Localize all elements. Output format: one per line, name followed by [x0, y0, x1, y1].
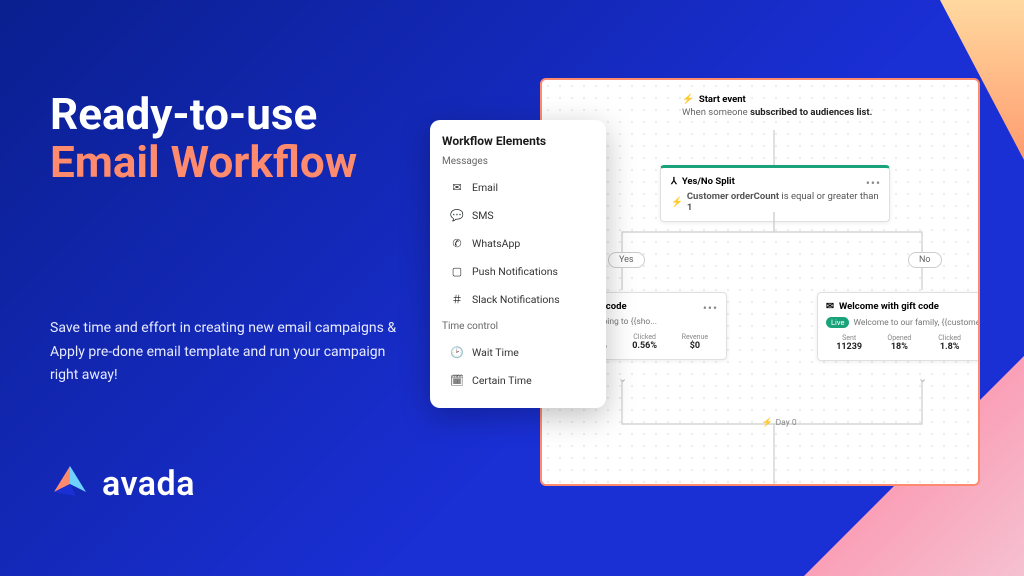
slack-icon: ＃: [450, 292, 464, 306]
whatsapp-icon: ✆: [450, 236, 464, 250]
split-cond-op: is equal or greater than: [779, 191, 879, 202]
email-icon: ✉: [826, 301, 834, 312]
element-label: Wait Time: [472, 346, 519, 359]
element-push[interactable]: ▢ Push Notifications: [442, 257, 594, 285]
element-label: WhatsApp: [472, 237, 520, 250]
stat-value: 1.8%: [927, 342, 973, 352]
stat-label: Sent: [826, 334, 872, 342]
element-certain-time[interactable]: 🗓 Certain Time: [442, 366, 594, 394]
split-cond-value: 1: [687, 202, 692, 213]
stat-label: Revenue: [672, 333, 718, 341]
element-wait-time[interactable]: 🕑 Wait Time: [442, 338, 594, 366]
start-desc-bold: subscribed to audiences list.: [750, 107, 872, 118]
section-messages-label: Messages: [442, 156, 594, 167]
branch-no-label: No: [908, 252, 942, 268]
email-right-subject: Welcome to our family, {{customer...: [853, 318, 980, 328]
element-slack[interactable]: ＃ Slack Notifications: [442, 285, 594, 313]
clock-icon: 🕑: [450, 345, 464, 359]
bolt-icon: ⚡: [682, 94, 694, 107]
more-icon[interactable]: •••: [703, 301, 718, 315]
day-label: ⚡ Day 0: [762, 418, 797, 428]
stat-label: Clicked: [927, 334, 973, 342]
element-label: Certain Time: [472, 374, 532, 387]
start-event-node[interactable]: ⚡ Start event When someone subscribed to …: [682, 94, 882, 120]
connector-join: [542, 380, 980, 486]
chevron-down-icon[interactable]: ⌄: [618, 372, 627, 385]
stat-label: Clicked: [622, 333, 668, 341]
brand-name: avada: [102, 464, 195, 504]
more-icon[interactable]: •••: [866, 176, 881, 190]
connector-start-to-split: [542, 130, 980, 170]
stat-value: $0: [672, 341, 718, 351]
branch-yes-label: Yes: [608, 252, 645, 268]
email-node-with-gift[interactable]: ✉Welcome with gift code ••• Live Welcome…: [817, 292, 980, 361]
brand-logo-icon: [50, 462, 90, 506]
element-label: SMS: [472, 209, 494, 222]
split-cond-field: Customer orderCount: [687, 191, 779, 202]
live-badge: Live: [826, 317, 849, 328]
split-icon: ⅄: [671, 176, 677, 187]
chevron-down-icon[interactable]: ⌄: [918, 372, 927, 385]
element-label: Push Notifications: [472, 265, 558, 278]
push-icon: ▢: [450, 264, 464, 278]
split-node[interactable]: ⅄Yes/No Split ••• ⚡ Customer orderCount …: [660, 165, 890, 222]
stat-value: $8321: [977, 342, 980, 352]
stat-label: Opened: [876, 334, 922, 342]
workflow-canvas[interactable]: ⚡ Start event When someone subscribed to …: [540, 78, 980, 486]
stat-value: 18%: [876, 342, 922, 352]
element-sms[interactable]: 💬 SMS: [442, 201, 594, 229]
headline-line-1: Ready-to-use: [50, 90, 410, 138]
live-text: Live: [831, 318, 844, 327]
email-icon: ✉: [450, 180, 464, 194]
bolt-icon: ⚡: [671, 197, 683, 208]
elements-panel: Workflow Elements Messages ✉ Email 💬 SMS ✆…: [430, 120, 606, 408]
bolt-icon: ⚡: [762, 418, 773, 428]
headline-line-2: Email Workflow: [50, 138, 410, 186]
start-title: Start event: [699, 94, 746, 107]
split-title-text: Yes/No Split: [682, 176, 735, 187]
element-label: Slack Notifications: [472, 293, 560, 306]
stat-value: 0.56%: [622, 341, 668, 351]
stat-value: 11239: [826, 342, 872, 352]
element-label: Email: [472, 181, 498, 194]
stat-label: Revenue: [977, 334, 980, 342]
calendar-icon: 🗓: [450, 373, 464, 387]
sms-icon: 💬: [450, 208, 464, 222]
app-preview: ⚡ Start event When someone subscribed to …: [430, 78, 990, 538]
elements-panel-title: Workflow Elements: [442, 134, 594, 148]
element-email[interactable]: ✉ Email: [442, 173, 594, 201]
brand-block: avada: [50, 462, 195, 506]
day-text: Day 0: [776, 418, 797, 428]
subheading: Save time and effort in creating new ema…: [50, 317, 410, 388]
start-desc-prefix: When someone: [682, 107, 750, 118]
element-whatsapp[interactable]: ✆ WhatsApp: [442, 229, 594, 257]
email-right-title: Welcome with gift code: [839, 301, 939, 312]
section-time-label: Time control: [442, 321, 594, 332]
